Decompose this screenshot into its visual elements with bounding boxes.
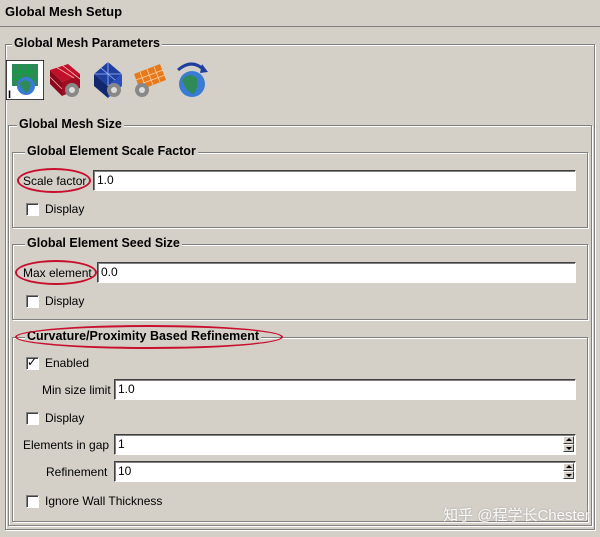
enabled-checkbox[interactable]: ✓ xyxy=(26,355,39,370)
orange-mesh-gear-icon[interactable] xyxy=(130,60,168,100)
refinement-value: 10 xyxy=(118,464,132,478)
mesh-size-globe-icon[interactable]: I xyxy=(6,60,44,100)
refinement-label: Refinement xyxy=(46,465,108,479)
enabled-label: Enabled xyxy=(45,356,90,370)
window-title: Global Mesh Setup xyxy=(5,4,123,19)
scale-factor-display-label: Display xyxy=(45,202,85,216)
spin-down-icon[interactable] xyxy=(563,471,574,479)
min-size-limit-label: Min size limit xyxy=(42,383,111,397)
mesh-toolbar: I xyxy=(6,60,216,104)
blue-mesh-gear-icon[interactable] xyxy=(88,60,126,100)
refinement-display-checkbox[interactable] xyxy=(26,412,39,425)
elements-in-gap-label: Elements in gap xyxy=(23,438,110,452)
spin-up-icon[interactable] xyxy=(563,463,574,471)
seed-size-display-label: Display xyxy=(45,294,85,308)
svg-text:I: I xyxy=(8,89,11,100)
elements-in-gap-spin-buttons[interactable] xyxy=(563,436,574,453)
elements-in-gap-spinner[interactable]: 1 xyxy=(114,434,576,455)
scale-factor-display-checkbox[interactable] xyxy=(26,203,39,216)
global-mesh-parameters-legend: Global Mesh Parameters xyxy=(12,36,162,50)
refinement-spinner[interactable]: 10 xyxy=(114,461,576,482)
spin-down-icon[interactable] xyxy=(563,444,574,452)
spin-up-icon[interactable] xyxy=(563,436,574,444)
refinement-display-label: Display xyxy=(45,411,85,425)
ignore-wall-thickness-label: Ignore Wall Thickness xyxy=(45,494,163,508)
seed-size-legend: Global Element Seed Size xyxy=(25,236,182,250)
min-size-limit-input[interactable]: 1.0 xyxy=(114,379,576,400)
elements-in-gap-value: 1 xyxy=(118,437,125,451)
refinement-legend: Curvature/Proximity Based Refinement xyxy=(25,329,262,343)
watermark: 知乎 @程学长Chester xyxy=(443,507,590,524)
globe-arrow-icon[interactable] xyxy=(172,60,210,100)
global-mesh-size-legend: Global Mesh Size xyxy=(17,117,124,131)
scale-factor-legend: Global Element Scale Factor xyxy=(25,144,198,158)
max-element-label: Max element xyxy=(23,266,92,280)
red-mesh-gear-icon[interactable] xyxy=(46,60,84,100)
max-element-input[interactable]: 0.0 xyxy=(97,262,576,283)
scale-factor-label: Scale factor xyxy=(23,174,87,188)
refinement-spin-buttons[interactable] xyxy=(563,463,574,480)
seed-size-display-checkbox[interactable] xyxy=(26,295,39,308)
scale-factor-input[interactable]: 1.0 xyxy=(93,170,576,191)
check-mark-icon: ✓ xyxy=(27,355,38,369)
ignore-wall-thickness-checkbox[interactable] xyxy=(26,495,39,508)
title-bar: Global Mesh Setup xyxy=(0,0,600,27)
